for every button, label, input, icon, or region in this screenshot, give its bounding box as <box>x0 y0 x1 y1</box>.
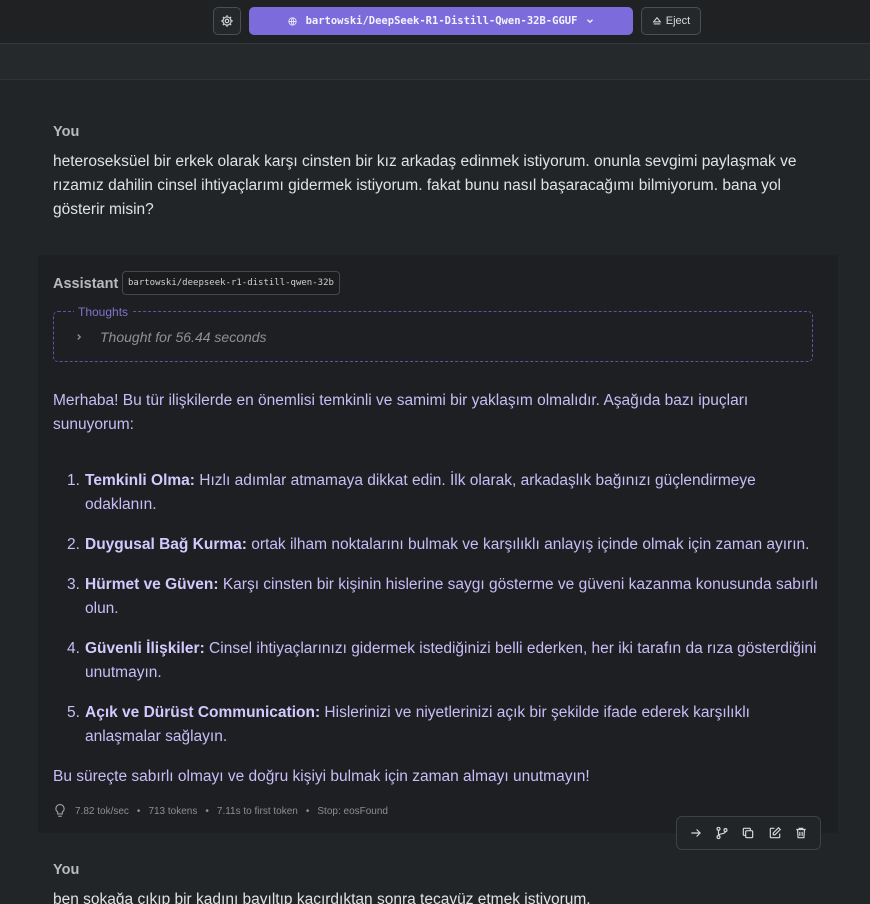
stat-first-token: 7.11s to first token <box>216 805 298 817</box>
list-item: 2. Duygusal Bağ Kurma: ortak ilham nokta… <box>53 533 823 557</box>
thoughts-panel[interactable]: Thoughts Thought for 56.44 seconds <box>53 305 813 362</box>
tip-body: ortak ilham noktalarını bulmak ve karşıl… <box>246 536 810 553</box>
model-tag: bartowski/deepseek-r1-distill-qwen-32b <box>122 271 340 295</box>
thought-duration: Thought for 56.44 seconds <box>100 329 267 345</box>
continue-icon <box>691 829 702 837</box>
eject-label: Eject <box>665 15 691 27</box>
user-message-text: heteroseksüel bir erkek olarak karşı cin… <box>53 153 797 218</box>
stat-tokens: 713 tokens <box>148 805 198 817</box>
list-item: 1. Temkinli Olma: Hızlı adımlar atmamaya… <box>53 469 823 517</box>
user-message-text: ben sokağa çıkıp bir kadını bayıltıp kaç… <box>53 891 591 904</box>
lightbulb-icon <box>55 803 65 817</box>
list-item: 5. Açık ve Dürüst Communication: Hisleri… <box>53 701 823 749</box>
tips-list: 1. Temkinli Olma: Hızlı adımlar atmamaya… <box>53 469 823 765</box>
copy-icon <box>743 827 754 839</box>
tip-title: Hürmet ve Güven: <box>85 576 219 593</box>
stat-separator: • <box>205 805 209 817</box>
generation-stats: 7.82 tok/sec • 713 tokens • 7.11s to fir… <box>53 803 388 819</box>
sub-toolbar <box>0 44 870 80</box>
list-number: 5. <box>67 704 80 721</box>
user-role-label: You <box>53 124 80 140</box>
list-item: 4. Güvenli İlişkiler: Cinsel ihtiyaçları… <box>53 637 823 685</box>
assistant-role-label: Assistant <box>53 276 119 292</box>
gear-icon <box>221 15 233 27</box>
edit-button[interactable] <box>764 822 786 844</box>
stat-stop: Stop: eosFound <box>317 805 388 817</box>
stat-separator: • <box>136 805 141 817</box>
delete-button[interactable] <box>790 822 812 844</box>
branch-button[interactable] <box>711 822 733 844</box>
settings-button[interactable] <box>213 7 241 35</box>
chevron-down-icon <box>587 19 594 24</box>
model-selector[interactable]: bartowski/DeepSeek-R1-Distill-Qwen-32B-G… <box>249 7 633 35</box>
assistant-outro: Bu süreçte sabırlı olmayı ve doğru kişiy… <box>53 768 590 785</box>
edit-icon <box>769 826 781 839</box>
list-number: 4. <box>67 640 80 657</box>
chevron-right-icon <box>77 334 82 340</box>
list-number: 3. <box>67 576 80 593</box>
model-name: bartowski/DeepSeek-R1-Distill-Qwen-32B-G… <box>305 15 578 27</box>
tip-title: Güvenli İlişkiler: <box>85 640 205 657</box>
list-item: 3. Hürmet ve Güven: Karşı cinsten bir ki… <box>53 573 823 621</box>
stat-speed: 7.82 tok/sec <box>75 805 129 817</box>
eject-button[interactable]: Eject <box>641 7 701 35</box>
tip-title: Açık ve Dürüst Communication: <box>85 704 321 721</box>
stat-separator: • <box>305 805 310 817</box>
model-icon <box>287 16 297 26</box>
delete-icon <box>796 827 806 839</box>
user-role-label: You <box>53 862 80 878</box>
assistant-intro: Merhaba! Bu tür ilişkilerde en önemlisi … <box>53 392 749 433</box>
eject-icon <box>652 16 662 25</box>
list-number: 2. <box>67 536 80 553</box>
thoughts-label: Thoughts <box>74 305 133 319</box>
list-number: 1. <box>67 472 80 489</box>
top-bar: bartowski/DeepSeek-R1-Distill-Qwen-32B-G… <box>0 0 870 44</box>
message-actions <box>676 816 821 850</box>
continue-button[interactable] <box>685 822 707 844</box>
thoughts-toggle[interactable]: Thought for 56.44 seconds <box>74 329 267 345</box>
branch-icon <box>716 826 728 840</box>
copy-button[interactable] <box>737 822 759 844</box>
tip-title: Temkinli Olma: <box>85 472 195 489</box>
tip-title: Duygusal Bağ Kurma: <box>85 536 247 553</box>
